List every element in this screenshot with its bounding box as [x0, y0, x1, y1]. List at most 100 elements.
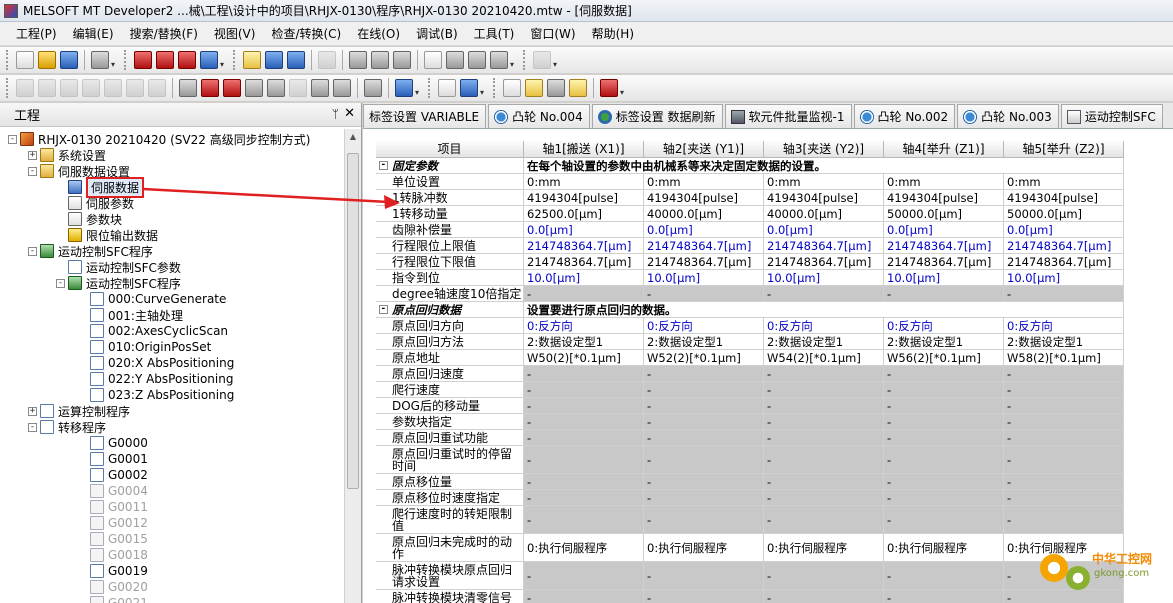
column-header[interactable]: 轴2[夹送 (Y1)]: [644, 141, 764, 158]
tree-item[interactable]: G0000: [78, 435, 148, 451]
tree-item[interactable]: G0015: [78, 531, 148, 547]
grid-cell[interactable]: W56(2)[*0.1μm]: [884, 350, 1004, 366]
grid-cell[interactable]: 10.0[μm]: [524, 270, 644, 286]
grid-cell[interactable]: -: [764, 506, 884, 534]
grid-cell[interactable]: 0.0[μm]: [524, 222, 644, 238]
grid-cell[interactable]: -: [644, 506, 764, 534]
grid-cell[interactable]: -: [764, 590, 884, 603]
grid-cell[interactable]: 4194304[pulse]: [764, 190, 884, 206]
tree-item[interactable]: G0004: [78, 483, 148, 499]
menu-check-convert[interactable]: 检查/转换(C): [263, 23, 349, 44]
toolbar-grip[interactable]: [124, 50, 128, 70]
document-tab[interactable]: 标签设置 数据刷新: [591, 104, 723, 128]
project-view-icon[interactable]: [243, 51, 261, 69]
column-header[interactable]: 轴3[夹送 (Y2)]: [764, 141, 884, 158]
grid-cell[interactable]: -: [1004, 382, 1124, 398]
grid-cell[interactable]: -: [764, 474, 884, 490]
comment-icon[interactable]: [364, 79, 382, 97]
grid-cell[interactable]: 10.0[μm]: [1004, 270, 1124, 286]
device-verify-icon[interactable]: [393, 51, 411, 69]
grid-cell[interactable]: 214748364.7[μm]: [884, 254, 1004, 270]
device-write-icon[interactable]: [349, 51, 367, 69]
pin-icon[interactable]: ᛘ: [332, 107, 339, 121]
grid-cell[interactable]: W54(2)[*0.1μm]: [764, 350, 884, 366]
grid-cell[interactable]: W50(2)[*0.1μm]: [524, 350, 644, 366]
grid-cell[interactable]: -: [524, 414, 644, 430]
tree-item[interactable]: + 系统设置: [28, 147, 106, 163]
display-icon[interactable]: [395, 79, 413, 97]
grid-cell[interactable]: -: [524, 490, 644, 506]
new-file-icon[interactable]: [16, 51, 34, 69]
grid-cell[interactable]: 10.0[μm]: [644, 270, 764, 286]
memory-icon[interactable]: [446, 51, 464, 69]
collapse-icon[interactable]: -: [8, 134, 17, 144]
grid-cell[interactable]: -: [524, 474, 644, 490]
collapse-icon[interactable]: -: [379, 161, 388, 170]
menu-online[interactable]: 在线(O): [349, 23, 408, 44]
grid-cell[interactable]: -: [1004, 414, 1124, 430]
collapse-icon[interactable]: -: [28, 166, 37, 176]
section-label[interactable]: - 固定参数: [376, 158, 524, 174]
grid-cell[interactable]: 0.0[μm]: [884, 222, 1004, 238]
edit-icon[interactable]: [569, 79, 587, 97]
grid-cell[interactable]: -: [884, 430, 1004, 446]
grid-cell[interactable]: -: [644, 562, 764, 590]
grid-cell[interactable]: -: [884, 382, 1004, 398]
settings-icon[interactable]: [525, 79, 543, 97]
tree-scrollbar[interactable]: ▲: [344, 129, 361, 603]
grid-cell[interactable]: 214748364.7[μm]: [1004, 238, 1124, 254]
instruction-search-icon[interactable]: [223, 79, 241, 97]
window-split-icon[interactable]: [287, 51, 305, 69]
grid-cell[interactable]: -: [644, 474, 764, 490]
tree-item[interactable]: 参数块: [56, 211, 122, 227]
module-icon[interactable]: [200, 51, 218, 69]
menu-debug[interactable]: 调试(B): [408, 23, 466, 44]
grid-cell[interactable]: 10.0[μm]: [764, 270, 884, 286]
monitor-stop-icon[interactable]: [156, 51, 174, 69]
tree-item[interactable]: - 运动控制SFC程序: [28, 243, 153, 259]
chevron-down-icon[interactable]: ▾: [111, 51, 119, 69]
grid-cell[interactable]: 214748364.7[μm]: [524, 254, 644, 270]
column-header[interactable]: 轴5[举升 (Z2)]: [1004, 141, 1124, 158]
eye-monitor-icon[interactable]: [490, 51, 508, 69]
chevron-down-icon[interactable]: ▾: [510, 51, 518, 69]
print-icon[interactable]: [91, 51, 109, 69]
toolbar-grip[interactable]: [6, 78, 10, 98]
grid-cell[interactable]: 0:反方向: [644, 318, 764, 334]
menu-project[interactable]: 工程(P): [8, 23, 65, 44]
grid-cell[interactable]: -: [644, 286, 764, 302]
debug-icon[interactable]: [178, 51, 196, 69]
chevron-down-icon[interactable]: ▾: [220, 51, 228, 69]
document-tab[interactable]: 凸轮 No.002: [853, 104, 956, 128]
device-list-icon[interactable]: [267, 79, 285, 97]
tree-item[interactable]: 限位输出数据: [56, 227, 158, 243]
grid-cell[interactable]: -: [644, 590, 764, 603]
grid-cell[interactable]: -: [764, 382, 884, 398]
grid-cell[interactable]: -: [764, 286, 884, 302]
tree-item[interactable]: G0018: [78, 547, 148, 563]
grid-cell[interactable]: 4194304[pulse]: [644, 190, 764, 206]
grid-cell[interactable]: -: [524, 382, 644, 398]
tree-item[interactable]: + 运算控制程序: [28, 403, 130, 419]
grid-cell[interactable]: -: [524, 286, 644, 302]
grid-cell[interactable]: -: [1004, 430, 1124, 446]
cross-reference-icon[interactable]: [245, 79, 263, 97]
grid-cell[interactable]: -: [884, 414, 1004, 430]
chevron-down-icon[interactable]: ▾: [553, 51, 561, 69]
grid-cell[interactable]: -: [764, 414, 884, 430]
toolbar-grip[interactable]: [523, 50, 527, 70]
grid-cell[interactable]: -: [1004, 398, 1124, 414]
grid-cell[interactable]: 4194304[pulse]: [1004, 190, 1124, 206]
chevron-down-icon[interactable]: ▾: [480, 79, 488, 97]
device-search-icon[interactable]: [201, 79, 219, 97]
grid-cell[interactable]: -: [884, 474, 1004, 490]
grid-cell[interactable]: 2:数据设定型1: [884, 334, 1004, 350]
bookmark-icon[interactable]: [333, 79, 351, 97]
grid-cell[interactable]: -: [524, 446, 644, 474]
window-layout-icon[interactable]: [265, 51, 283, 69]
grid-cell[interactable]: -: [1004, 446, 1124, 474]
grid-cell[interactable]: -: [524, 506, 644, 534]
grid-cell[interactable]: -: [644, 398, 764, 414]
grid-cell[interactable]: -: [1004, 366, 1124, 382]
collapse-icon[interactable]: -: [28, 422, 37, 432]
